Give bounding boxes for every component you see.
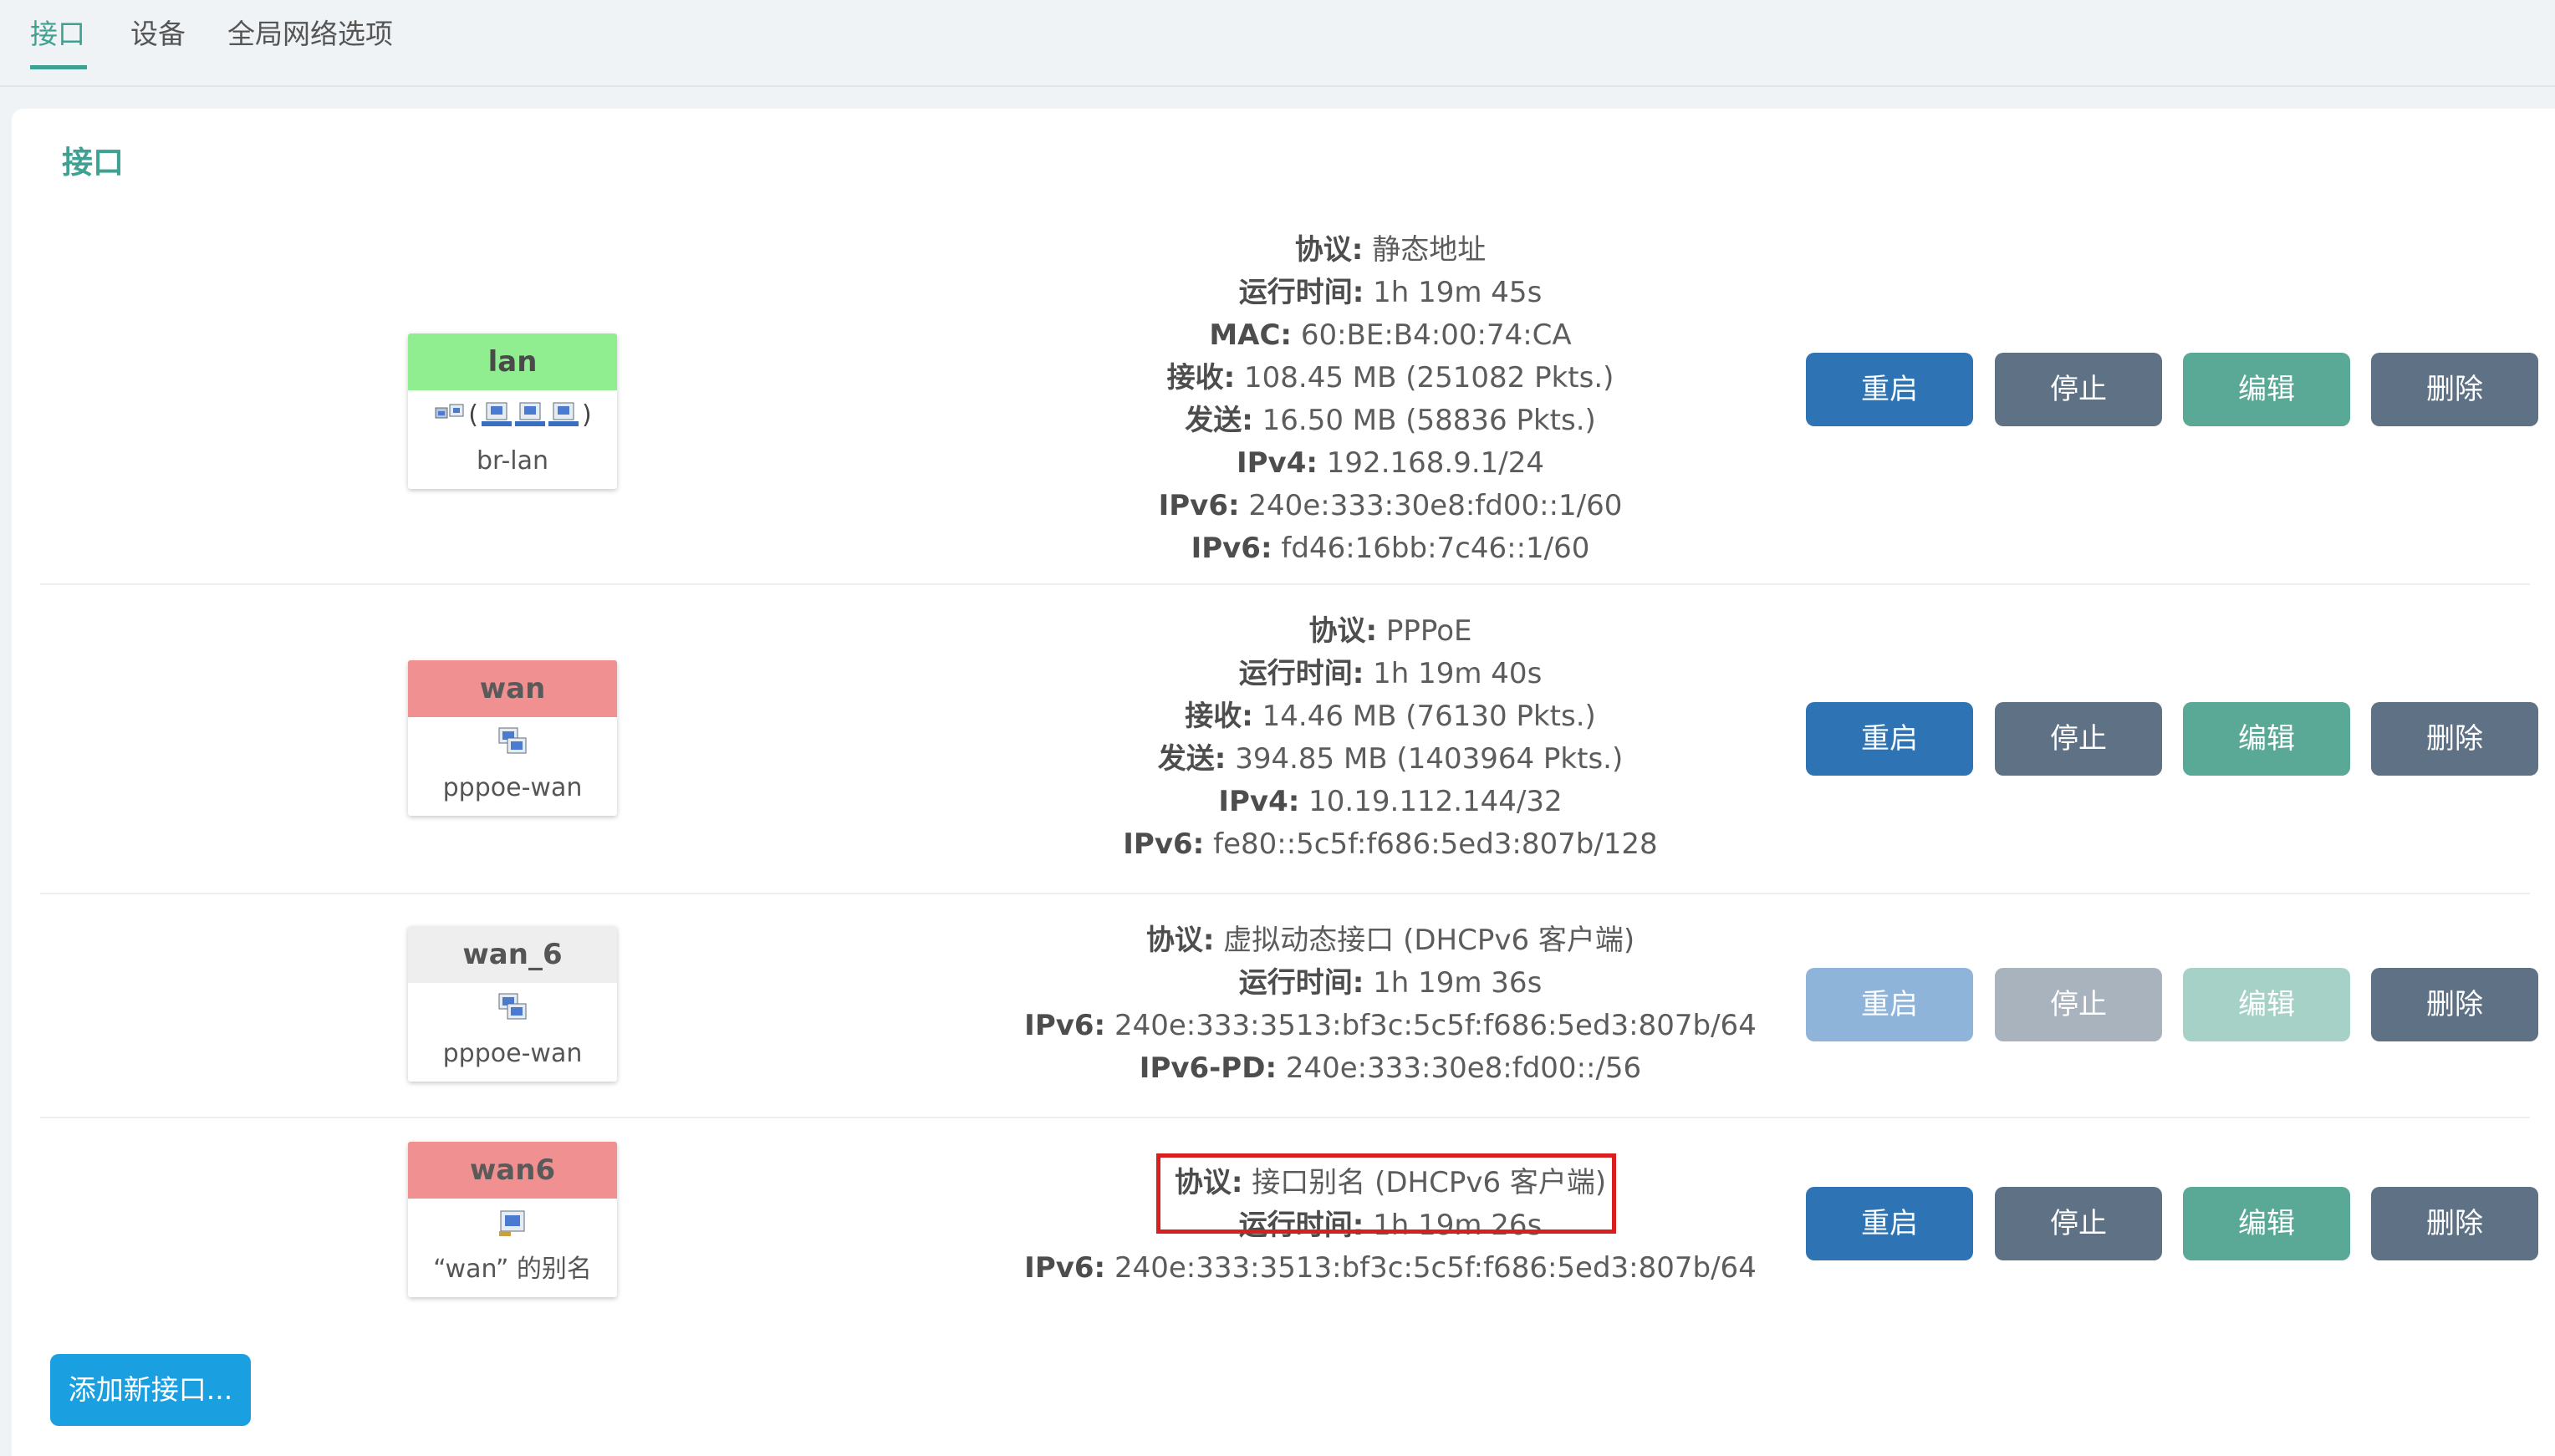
interface-row-lan: lan ( ) br-lan 协议: 静态地址 运行时间: 1h 19m 45s…	[40, 209, 2538, 585]
delete-button[interactable]: 删除	[2371, 353, 2538, 426]
ethernet-icon	[515, 402, 545, 426]
tunnel-icon	[498, 993, 527, 1020]
restart-button[interactable]: 重启	[1806, 353, 1973, 426]
delete-button[interactable]: 删除	[2371, 968, 2538, 1041]
info-line: IPv4: 10.19.112.144/32	[1218, 785, 1563, 818]
interface-icons	[408, 717, 617, 766]
info-line: 运行时间: 1h 19m 40s	[1238, 657, 1543, 690]
info-line: IPv6: 240e:333:3513:bf3c:5c5f:f686:5ed3:…	[1024, 1251, 1757, 1285]
interface-icons	[408, 983, 617, 1031]
interface-icons	[408, 1199, 617, 1247]
info-line: 协议: PPPoE	[1308, 614, 1472, 648]
tab-bar: 接口 设备 全局网络选项	[0, 0, 2555, 87]
edit-button[interactable]: 编辑	[2183, 1187, 2350, 1260]
info-line: 发送: 394.85 MB (1403964 Pkts.)	[1157, 742, 1624, 776]
info-line: 接收: 14.46 MB (76130 Pkts.)	[1185, 700, 1596, 733]
restart-button[interactable]: 重启	[1806, 1187, 1973, 1260]
interface-name: wan6	[408, 1142, 617, 1199]
interface-icons: ( )	[408, 390, 617, 439]
info-line: 发送: 16.50 MB (58836 Pkts.)	[1185, 404, 1596, 437]
info-line: 接收: 108.45 MB (251082 Pkts.)	[1166, 361, 1614, 395]
tunnel-icon	[498, 727, 527, 754]
interfaces-panel: 接口 lan ( ) br-lan 协议: 静态地址 运行时间: 1h 19m …	[12, 109, 2555, 1456]
interface-device: pppoe-wan	[442, 1039, 583, 1068]
alias-icon	[499, 1210, 525, 1236]
stop-button[interactable]: 停止	[1995, 702, 2162, 776]
ethernet-icon	[482, 402, 512, 426]
restart-button[interactable]: 重启	[1806, 702, 1973, 776]
stop-button[interactable]: 停止	[1995, 1187, 2162, 1260]
interface-device: pppoe-wan	[442, 773, 583, 802]
interface-badge-wan_6[interactable]: wan_6 pppoe-wan	[408, 926, 617, 1082]
interface-info: 协议: 虚拟动态接口 (DHCPv6 客户端) 运行时间: 1h 19m 36s…	[943, 919, 1838, 1090]
tab-global-network-options[interactable]: 全局网络选项	[227, 13, 393, 55]
info-line: IPv6: 240e:333:30e8:fd00::1/60	[1158, 489, 1623, 522]
interface-device: br-lan	[476, 446, 548, 476]
tab-devices[interactable]: 设备	[130, 13, 186, 55]
delete-button[interactable]: 删除	[2371, 1187, 2538, 1260]
edit-button[interactable]: 编辑	[2183, 702, 2350, 776]
add-interface-button[interactable]: 添加新接口...	[50, 1354, 251, 1426]
info-line: IPv4: 192.168.9.1/24	[1236, 446, 1544, 480]
edit-button[interactable]: 编辑	[2183, 353, 2350, 426]
info-line: 协议: 静态地址	[1294, 233, 1487, 267]
info-line: IPv6-PD: 240e:333:30e8:fd00::/56	[1139, 1051, 1642, 1085]
interface-info: 协议: PPPoE 运行时间: 1h 19m 40s 接收: 14.46 MB …	[943, 610, 1838, 866]
info-line: IPv6: fd46:16bb:7c46::1/60	[1191, 532, 1590, 565]
interface-badge-wan6[interactable]: wan6 “wan” 的别名	[408, 1142, 617, 1297]
bridge-icon	[435, 404, 464, 419]
tab-interfaces[interactable]: 接口	[30, 13, 85, 55]
info-line: MAC: 60:BE:B4:00:74:CA	[1209, 318, 1572, 352]
highlight-box	[1156, 1153, 1616, 1234]
interface-name: wan_6	[408, 926, 617, 983]
panel-title: 接口	[62, 145, 124, 181]
info-line: 协议: 虚拟动态接口 (DHCPv6 客户端)	[1145, 924, 1635, 957]
ethernet-icon	[548, 402, 579, 426]
interface-name: wan	[408, 660, 617, 717]
restart-button[interactable]: 重启	[1806, 968, 1973, 1041]
info-line: 运行时间: 1h 19m 45s	[1238, 276, 1543, 309]
interface-badge-lan[interactable]: lan ( ) br-lan	[408, 333, 617, 489]
interface-row-wan6: wan6 “wan” 的别名 协议: 接口别名 (DHCPv6 客户端) 运行时…	[40, 1118, 2538, 1332]
edit-button[interactable]: 编辑	[2183, 968, 2350, 1041]
active-tab-indicator	[30, 65, 87, 69]
interface-info: 协议: 静态地址 运行时间: 1h 19m 45s MAC: 60:BE:B4:…	[943, 229, 1838, 570]
stop-button[interactable]: 停止	[1995, 968, 2162, 1041]
info-line: 运行时间: 1h 19m 36s	[1238, 966, 1543, 1000]
interface-row-wan_6: wan_6 pppoe-wan 协议: 虚拟动态接口 (DHCPv6 客户端) …	[40, 894, 2538, 1118]
interface-row-wan: wan pppoe-wan 协议: PPPoE 运行时间: 1h 19m 40s…	[40, 585, 2538, 894]
delete-button[interactable]: 删除	[2371, 702, 2538, 776]
info-line: IPv6: fe80::5c5f:f686:5ed3:807b/128	[1123, 827, 1658, 861]
interface-name: lan	[408, 333, 617, 390]
stop-button[interactable]: 停止	[1995, 353, 2162, 426]
interface-device: “wan” 的别名	[433, 1255, 592, 1284]
interface-badge-wan[interactable]: wan pppoe-wan	[408, 660, 617, 816]
info-line: IPv6: 240e:333:3513:bf3c:5c5f:f686:5ed3:…	[1024, 1009, 1757, 1042]
